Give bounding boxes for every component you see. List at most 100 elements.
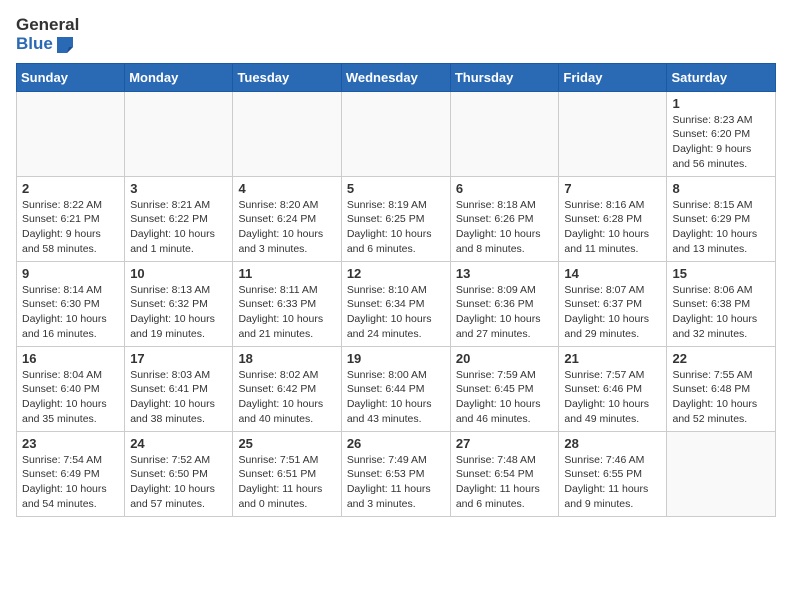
day-number: 26	[347, 436, 445, 451]
day-info: Sunrise: 8:20 AM Sunset: 6:24 PM Dayligh…	[238, 198, 335, 257]
day-number: 11	[238, 266, 335, 281]
day-info: Sunrise: 8:16 AM Sunset: 6:28 PM Dayligh…	[564, 198, 661, 257]
weekday-header: Monday	[125, 63, 233, 91]
day-info: Sunrise: 7:48 AM Sunset: 6:54 PM Dayligh…	[456, 453, 554, 512]
day-info: Sunrise: 7:46 AM Sunset: 6:55 PM Dayligh…	[564, 453, 661, 512]
day-number: 3	[130, 181, 227, 196]
calendar-cell	[667, 431, 776, 516]
calendar-cell: 25 Sunrise: 7:51 AM Sunset: 6:51 PM Dayli…	[233, 431, 341, 516]
day-info: Sunrise: 8:06 AM Sunset: 6:38 PM Dayligh…	[672, 283, 770, 342]
calendar-cell: 10Sunrise: 8:13 AM Sunset: 6:32 PM Dayli…	[125, 261, 233, 346]
day-info: Sunrise: 7:54 AM Sunset: 6:49 PM Dayligh…	[22, 453, 119, 512]
day-info: Sunrise: 8:07 AM Sunset: 6:37 PM Dayligh…	[564, 283, 661, 342]
calendar-table: SundayMondayTuesdayWednesdayThursdayFrid…	[16, 63, 776, 517]
calendar-cell: 15 Sunrise: 8:06 AM Sunset: 6:38 PM Dayli…	[667, 261, 776, 346]
day-number: 16	[22, 351, 119, 366]
day-number: 21	[564, 351, 661, 366]
day-number: 12	[347, 266, 445, 281]
calendar-cell: 13 Sunrise: 8:09 AM Sunset: 6:36 PM Dayli…	[450, 261, 559, 346]
calendar-cell: 5 Sunrise: 8:19 AM Sunset: 6:25 PM Daylig…	[341, 176, 450, 261]
calendar-cell	[233, 91, 341, 176]
day-number: 10	[130, 266, 227, 281]
day-info: Sunrise: 7:49 AM Sunset: 6:53 PM Dayligh…	[347, 453, 445, 512]
weekday-header: Thursday	[450, 63, 559, 91]
weekday-header: Sunday	[17, 63, 125, 91]
day-number: 25	[238, 436, 335, 451]
logo-icon	[55, 35, 75, 55]
day-number: 24	[130, 436, 227, 451]
day-info: Sunrise: 8:15 AM Sunset: 6:29 PM Dayligh…	[672, 198, 770, 257]
weekday-header-row: SundayMondayTuesdayWednesdayThursdayFrid…	[17, 63, 776, 91]
calendar-cell: 27 Sunrise: 7:48 AM Sunset: 6:54 PM Dayli…	[450, 431, 559, 516]
calendar-cell	[450, 91, 559, 176]
calendar-cell: 18 Sunrise: 8:02 AM Sunset: 6:42 PM Dayli…	[233, 346, 341, 431]
logo-blue: Blue	[16, 35, 53, 54]
calendar-cell	[341, 91, 450, 176]
calendar-cell: 3Sunrise: 8:21 AM Sunset: 6:22 PM Daylig…	[125, 176, 233, 261]
day-info: Sunrise: 7:57 AM Sunset: 6:46 PM Dayligh…	[564, 368, 661, 427]
day-number: 27	[456, 436, 554, 451]
day-info: Sunrise: 8:09 AM Sunset: 6:36 PM Dayligh…	[456, 283, 554, 342]
day-number: 8	[672, 181, 770, 196]
day-info: Sunrise: 8:18 AM Sunset: 6:26 PM Dayligh…	[456, 198, 554, 257]
calendar-cell: 7 Sunrise: 8:16 AM Sunset: 6:28 PM Daylig…	[559, 176, 667, 261]
calendar-cell: 22Sunrise: 7:55 AM Sunset: 6:48 PM Dayli…	[667, 346, 776, 431]
calendar-cell: 6 Sunrise: 8:18 AM Sunset: 6:26 PM Daylig…	[450, 176, 559, 261]
calendar-cell: 20Sunrise: 7:59 AM Sunset: 6:45 PM Dayli…	[450, 346, 559, 431]
day-number: 19	[347, 351, 445, 366]
day-info: Sunrise: 8:23 AM Sunset: 6:20 PM Dayligh…	[672, 113, 770, 172]
day-info: Sunrise: 8:22 AM Sunset: 6:21 PM Dayligh…	[22, 198, 119, 257]
calendar-cell: 19Sunrise: 8:00 AM Sunset: 6:44 PM Dayli…	[341, 346, 450, 431]
weekday-header: Tuesday	[233, 63, 341, 91]
calendar-cell: 9 Sunrise: 8:14 AM Sunset: 6:30 PM Daylig…	[17, 261, 125, 346]
calendar-cell: 26 Sunrise: 7:49 AM Sunset: 6:53 PM Dayli…	[341, 431, 450, 516]
calendar-cell: 4Sunrise: 8:20 AM Sunset: 6:24 PM Daylig…	[233, 176, 341, 261]
day-number: 28	[564, 436, 661, 451]
week-row: 1 Sunrise: 8:23 AM Sunset: 6:20 PM Daylig…	[17, 91, 776, 176]
logo: General Blue	[16, 16, 79, 55]
day-info: Sunrise: 8:19 AM Sunset: 6:25 PM Dayligh…	[347, 198, 445, 257]
week-row: 16 Sunrise: 8:04 AM Sunset: 6:40 PM Dayli…	[17, 346, 776, 431]
day-info: Sunrise: 8:04 AM Sunset: 6:40 PM Dayligh…	[22, 368, 119, 427]
day-number: 5	[347, 181, 445, 196]
day-info: Sunrise: 7:55 AM Sunset: 6:48 PM Dayligh…	[672, 368, 770, 427]
day-info: Sunrise: 7:51 AM Sunset: 6:51 PM Dayligh…	[238, 453, 335, 512]
week-row: 2 Sunrise: 8:22 AM Sunset: 6:21 PM Daylig…	[17, 176, 776, 261]
day-info: Sunrise: 7:52 AM Sunset: 6:50 PM Dayligh…	[130, 453, 227, 512]
day-number: 1	[672, 96, 770, 111]
day-number: 23	[22, 436, 119, 451]
day-number: 18	[238, 351, 335, 366]
weekday-header: Saturday	[667, 63, 776, 91]
day-info: Sunrise: 8:02 AM Sunset: 6:42 PM Dayligh…	[238, 368, 335, 427]
day-number: 15	[672, 266, 770, 281]
day-info: Sunrise: 8:14 AM Sunset: 6:30 PM Dayligh…	[22, 283, 119, 342]
calendar-cell: 8 Sunrise: 8:15 AM Sunset: 6:29 PM Daylig…	[667, 176, 776, 261]
day-number: 17	[130, 351, 227, 366]
day-info: Sunrise: 8:10 AM Sunset: 6:34 PM Dayligh…	[347, 283, 445, 342]
calendar-cell	[125, 91, 233, 176]
calendar-cell: 24 Sunrise: 7:52 AM Sunset: 6:50 PM Dayli…	[125, 431, 233, 516]
weekday-header: Wednesday	[341, 63, 450, 91]
calendar-cell: 14Sunrise: 8:07 AM Sunset: 6:37 PM Dayli…	[559, 261, 667, 346]
week-row: 9 Sunrise: 8:14 AM Sunset: 6:30 PM Daylig…	[17, 261, 776, 346]
calendar-cell	[559, 91, 667, 176]
day-number: 2	[22, 181, 119, 196]
day-info: Sunrise: 7:59 AM Sunset: 6:45 PM Dayligh…	[456, 368, 554, 427]
day-info: Sunrise: 8:03 AM Sunset: 6:41 PM Dayligh…	[130, 368, 227, 427]
page-header: General Blue	[16, 16, 776, 55]
calendar-cell: 23 Sunrise: 7:54 AM Sunset: 6:49 PM Dayli…	[17, 431, 125, 516]
calendar-cell: 21 Sunrise: 7:57 AM Sunset: 6:46 PM Dayli…	[559, 346, 667, 431]
calendar-cell: 2 Sunrise: 8:22 AM Sunset: 6:21 PM Daylig…	[17, 176, 125, 261]
calendar-cell: 28 Sunrise: 7:46 AM Sunset: 6:55 PM Dayli…	[559, 431, 667, 516]
calendar-cell: 17 Sunrise: 8:03 AM Sunset: 6:41 PM Dayli…	[125, 346, 233, 431]
week-row: 23 Sunrise: 7:54 AM Sunset: 6:49 PM Dayli…	[17, 431, 776, 516]
calendar-cell: 12 Sunrise: 8:10 AM Sunset: 6:34 PM Dayli…	[341, 261, 450, 346]
day-info: Sunrise: 8:11 AM Sunset: 6:33 PM Dayligh…	[238, 283, 335, 342]
calendar-cell: 1 Sunrise: 8:23 AM Sunset: 6:20 PM Daylig…	[667, 91, 776, 176]
calendar-cell: 16 Sunrise: 8:04 AM Sunset: 6:40 PM Dayli…	[17, 346, 125, 431]
day-number: 6	[456, 181, 554, 196]
day-number: 7	[564, 181, 661, 196]
calendar-cell: 11 Sunrise: 8:11 AM Sunset: 6:33 PM Dayli…	[233, 261, 341, 346]
day-number: 9	[22, 266, 119, 281]
day-number: 13	[456, 266, 554, 281]
